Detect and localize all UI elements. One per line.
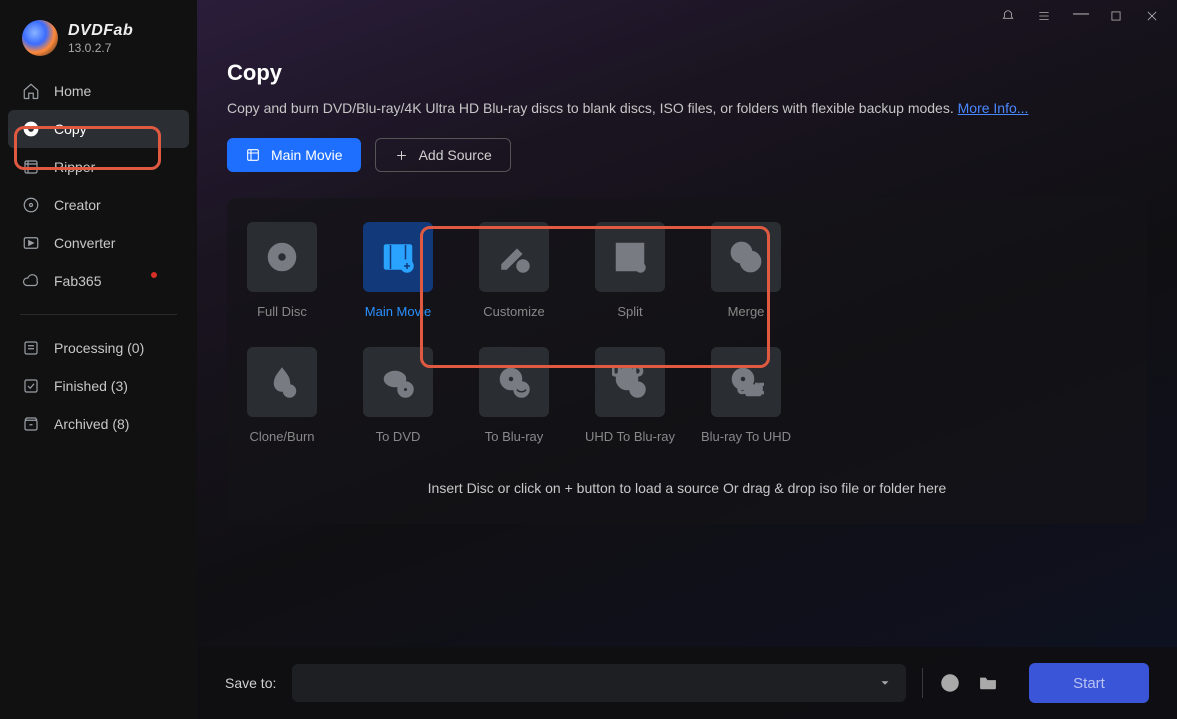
finished-icon — [22, 377, 40, 395]
sidebar-item-label: Archived (8) — [54, 416, 129, 432]
divider — [20, 314, 177, 315]
divider — [922, 668, 923, 698]
cloud-icon — [22, 272, 40, 290]
mode-clone-burn[interactable]: Clone/Burn — [247, 347, 317, 444]
more-info-link[interactable]: More Info... — [958, 100, 1029, 116]
sidebar-item-label: Converter — [54, 235, 115, 251]
creator-icon — [22, 196, 40, 214]
mode-split[interactable]: Split — [595, 222, 665, 319]
customize-icon — [496, 239, 532, 275]
sidebar: DVDFab 13.0.2.7 Home Copy Ripper Creator… — [0, 0, 197, 719]
dropzone-hint[interactable]: Insert Disc or click on + button to load… — [247, 472, 1127, 504]
sidebar-item-copy[interactable]: Copy — [8, 110, 189, 148]
sidebar-item-creator[interactable]: Creator — [0, 186, 197, 224]
to-dvd-icon — [380, 364, 416, 400]
bluray-to-uhd-icon: UHD — [728, 364, 764, 400]
notification-dot-icon — [151, 272, 157, 278]
sidebar-item-ripper[interactable]: Ripper — [0, 148, 197, 186]
chevron-down-icon — [878, 676, 892, 690]
mode-bluray-to-uhd[interactable]: UHD Blu-ray To UHD — [711, 347, 781, 444]
save-to-label: Save to: — [225, 675, 276, 691]
sidebar-item-label: Creator — [54, 197, 101, 213]
modes-panel: Full Disc Main Movie Customize Split Mer… — [227, 198, 1147, 524]
sidebar-item-label: Ripper — [54, 159, 95, 175]
page-title: Copy — [227, 60, 1147, 86]
sidebar-item-archived[interactable]: Archived (8) — [0, 405, 197, 443]
main-movie-button[interactable]: Main Movie — [227, 138, 361, 172]
plus-icon — [394, 148, 409, 163]
footer-bar: Save to: ISO Start — [197, 647, 1177, 719]
folder-button[interactable] — [977, 672, 999, 694]
mode-to-dvd[interactable]: To DVD — [363, 347, 433, 444]
sidebar-item-converter[interactable]: Converter — [0, 224, 197, 262]
add-source-button[interactable]: Add Source — [375, 138, 511, 172]
home-icon — [22, 82, 40, 100]
disc-icon — [22, 120, 40, 138]
iso-button[interactable]: ISO — [939, 672, 961, 694]
page-description: Copy and burn DVD/Blu-ray/4K Ultra HD Bl… — [227, 100, 1147, 116]
sidebar-item-processing[interactable]: Processing (0) — [0, 329, 197, 367]
mode-row-1: Full Disc Main Movie Customize Split Mer… — [247, 222, 1127, 319]
uhd-to-bluray-icon: UHD — [612, 364, 648, 400]
sidebar-item-label: Processing (0) — [54, 340, 144, 356]
svg-text:ISO: ISO — [945, 682, 956, 688]
sidebar-item-home[interactable]: Home — [0, 72, 197, 110]
folder-icon — [978, 673, 998, 693]
start-button[interactable]: Start — [1029, 663, 1149, 703]
iso-icon: ISO — [940, 673, 960, 693]
to-bluray-icon — [496, 364, 532, 400]
sidebar-item-label: Fab365 — [54, 273, 101, 289]
app-version: 13.0.2.7 — [68, 41, 133, 55]
mode-to-bluray[interactable]: To Blu-ray — [479, 347, 549, 444]
processing-icon — [22, 339, 40, 357]
main-area: — Copy Copy and burn DVD/Blu-ray/4K Ultr… — [197, 0, 1177, 719]
svg-text:UHD: UHD — [612, 364, 643, 380]
mode-customize[interactable]: Customize — [479, 222, 549, 319]
mode-merge[interactable]: Merge — [711, 222, 781, 319]
main-movie-icon — [380, 239, 416, 275]
sidebar-item-fab365[interactable]: Fab365 — [0, 262, 197, 300]
action-buttons: Main Movie Add Source — [227, 138, 1147, 172]
titlebar: — — [197, 0, 1177, 20]
full-disc-icon — [264, 239, 300, 275]
save-to-select[interactable] — [292, 664, 906, 702]
sidebar-item-label: Copy — [54, 121, 87, 137]
ripper-icon — [22, 158, 40, 176]
split-icon — [612, 239, 648, 275]
app-name: DVDFab — [68, 22, 133, 40]
svg-text:UHD: UHD — [737, 380, 764, 397]
app-logo-icon — [22, 20, 58, 56]
sidebar-item-label: Finished (3) — [54, 378, 128, 394]
sidebar-item-label: Home — [54, 83, 91, 99]
mode-full-disc[interactable]: Full Disc — [247, 222, 317, 319]
sidebar-item-finished[interactable]: Finished (3) — [0, 367, 197, 405]
mode-select-icon — [245, 147, 261, 163]
mode-uhd-to-bluray[interactable]: UHD UHD To Blu-ray — [595, 347, 665, 444]
content: Copy Copy and burn DVD/Blu-ray/4K Ultra … — [197, 20, 1177, 719]
merge-icon — [728, 239, 764, 275]
mode-main-movie[interactable]: Main Movie — [363, 222, 433, 319]
logo: DVDFab 13.0.2.7 — [0, 20, 197, 72]
archived-icon — [22, 415, 40, 433]
mode-row-2: Clone/Burn To DVD To Blu-ray UHD UHD To … — [247, 347, 1127, 444]
clone-burn-icon — [264, 364, 300, 400]
converter-icon — [22, 234, 40, 252]
